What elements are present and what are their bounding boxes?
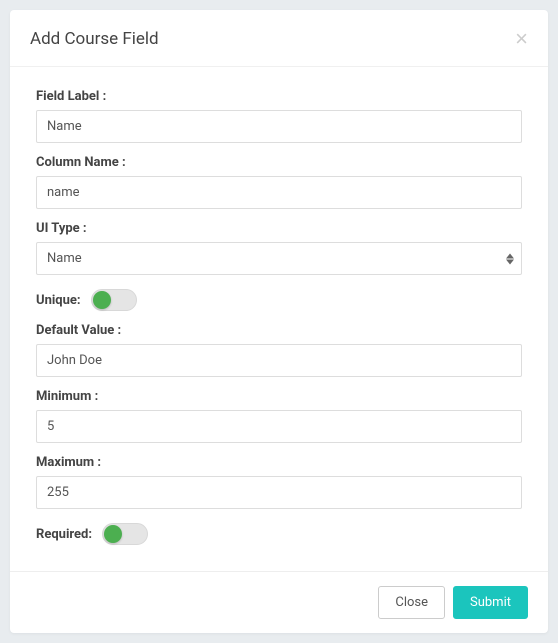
modal-header: Add Course Field × bbox=[10, 10, 548, 67]
maximum-label: Maximum : bbox=[36, 455, 522, 470]
default-value-label: Default Value : bbox=[36, 323, 522, 338]
submit-button[interactable]: Submit bbox=[453, 586, 528, 619]
required-group: Required: bbox=[36, 523, 522, 545]
ui-type-group: UI Type : Name bbox=[36, 221, 522, 275]
ui-type-select[interactable]: Name bbox=[36, 242, 522, 275]
field-label-label: Field Label : bbox=[36, 89, 522, 104]
minimum-group: Minimum : bbox=[36, 389, 522, 443]
required-label: Required: bbox=[36, 527, 92, 542]
field-label-input[interactable] bbox=[36, 110, 522, 143]
modal-footer: Close Submit bbox=[10, 571, 548, 633]
maximum-input[interactable] bbox=[36, 476, 522, 509]
default-value-group: Default Value : bbox=[36, 323, 522, 377]
close-icon[interactable]: × bbox=[515, 28, 528, 50]
minimum-input[interactable] bbox=[36, 410, 522, 443]
ui-type-label: UI Type : bbox=[36, 221, 522, 236]
maximum-group: Maximum : bbox=[36, 455, 522, 509]
column-name-input[interactable] bbox=[36, 176, 522, 209]
close-button[interactable]: Close bbox=[378, 586, 445, 619]
required-toggle[interactable] bbox=[102, 523, 148, 545]
toggle-knob bbox=[93, 291, 111, 309]
unique-toggle[interactable] bbox=[91, 289, 137, 311]
column-name-group: Column Name : bbox=[36, 155, 522, 209]
column-name-label: Column Name : bbox=[36, 155, 522, 170]
ui-type-selected-value: Name bbox=[47, 251, 82, 266]
add-course-field-modal: Add Course Field × Field Label : Column … bbox=[10, 10, 548, 633]
ui-type-select-wrapper: Name bbox=[36, 242, 522, 275]
modal-body: Field Label : Column Name : UI Type : Na… bbox=[10, 67, 548, 571]
modal-title: Add Course Field bbox=[30, 29, 159, 49]
toggle-knob bbox=[104, 525, 122, 543]
unique-group: Unique: bbox=[36, 289, 522, 311]
default-value-input[interactable] bbox=[36, 344, 522, 377]
unique-label: Unique: bbox=[36, 293, 81, 308]
minimum-label: Minimum : bbox=[36, 389, 522, 404]
field-label-group: Field Label : bbox=[36, 89, 522, 143]
